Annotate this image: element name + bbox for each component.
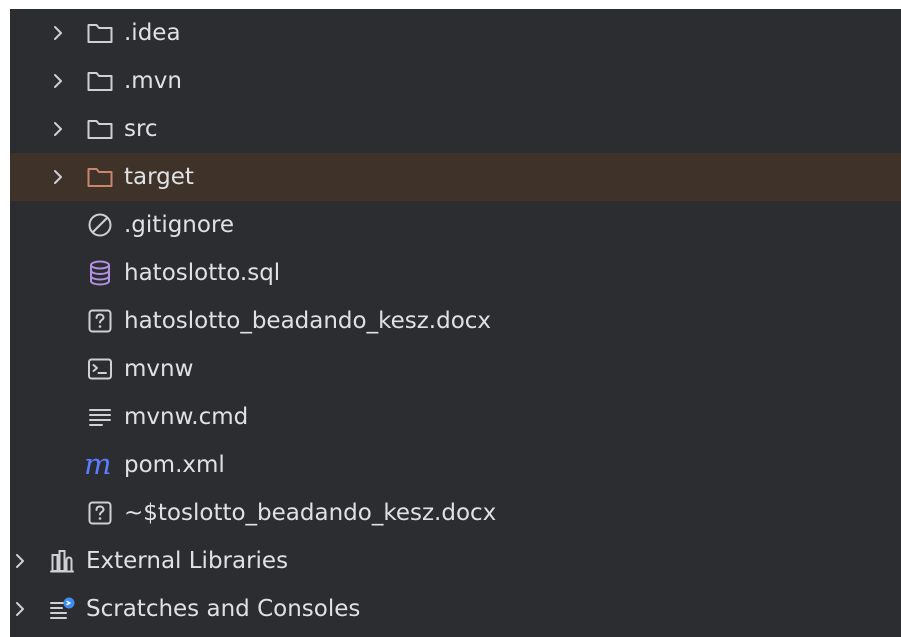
tree-item-src[interactable]: src: [10, 105, 901, 153]
folder-icon: [86, 19, 114, 47]
terminal-icon: [86, 355, 114, 383]
tree-item-label: .gitignore: [124, 212, 235, 238]
tree-item-label: src: [124, 116, 158, 142]
ignored-file-icon: [86, 211, 114, 239]
maven-icon: m: [83, 451, 117, 479]
scratches-icon: [48, 595, 76, 623]
unknown-file-icon: [86, 307, 114, 335]
project-tree-panel: .idea .mvn src target .gitignore hatoslo…: [10, 9, 901, 637]
tree-item-pom-xml[interactable]: m pom.xml: [10, 441, 901, 489]
tree-item-label: External Libraries: [86, 548, 289, 574]
tree-item-label: target: [124, 164, 194, 190]
chevron-right-icon[interactable]: [52, 71, 64, 91]
tree-item-label: .mvn: [124, 68, 182, 94]
tree-item-mvn[interactable]: .mvn: [10, 57, 901, 105]
folder-icon: [86, 115, 114, 143]
tree-item-label: .idea: [124, 20, 181, 46]
tree-item-label: ~$toslotto_beadando_kesz.docx: [124, 500, 497, 526]
tree-item-label: hatoslotto_beadando_kesz.docx: [124, 308, 492, 334]
folder-excluded-icon: [86, 163, 114, 191]
library-icon: [48, 547, 76, 575]
tree-item-idea[interactable]: .idea: [10, 9, 901, 57]
svg-text:m: m: [84, 451, 112, 479]
tree-item-label: hatoslotto.sql: [124, 260, 281, 286]
database-icon: [86, 259, 114, 287]
tree-item-hatoslotto-sql[interactable]: hatoslotto.sql: [10, 249, 901, 297]
folder-icon: [86, 67, 114, 95]
chevron-right-icon[interactable]: [52, 119, 64, 139]
chevron-right-icon[interactable]: [52, 167, 64, 187]
tree-item-label: mvnw: [124, 356, 194, 382]
unknown-file-icon: [86, 499, 114, 527]
chevron-right-icon[interactable]: [52, 23, 64, 43]
tree-item-label: pom.xml: [124, 452, 225, 478]
tree-item-target[interactable]: target: [10, 153, 901, 201]
tree-item-temp-docx[interactable]: ~$toslotto_beadando_kesz.docx: [10, 489, 901, 537]
tree-item-scratches-and-consoles[interactable]: Scratches and Consoles: [10, 585, 901, 633]
tree-item-label: Scratches and Consoles: [86, 596, 361, 622]
tree-item-docx[interactable]: hatoslotto_beadando_kesz.docx: [10, 297, 901, 345]
chevron-right-icon[interactable]: [14, 551, 26, 571]
tree-item-label: mvnw.cmd: [124, 404, 249, 430]
tree-item-mvnw-cmd[interactable]: mvnw.cmd: [10, 393, 901, 441]
text-file-icon: [86, 403, 114, 431]
tree-item-mvnw[interactable]: mvnw: [10, 345, 901, 393]
tree-item-external-libraries[interactable]: External Libraries: [10, 537, 901, 585]
chevron-right-icon[interactable]: [14, 599, 26, 619]
tree-item-gitignore[interactable]: .gitignore: [10, 201, 901, 249]
